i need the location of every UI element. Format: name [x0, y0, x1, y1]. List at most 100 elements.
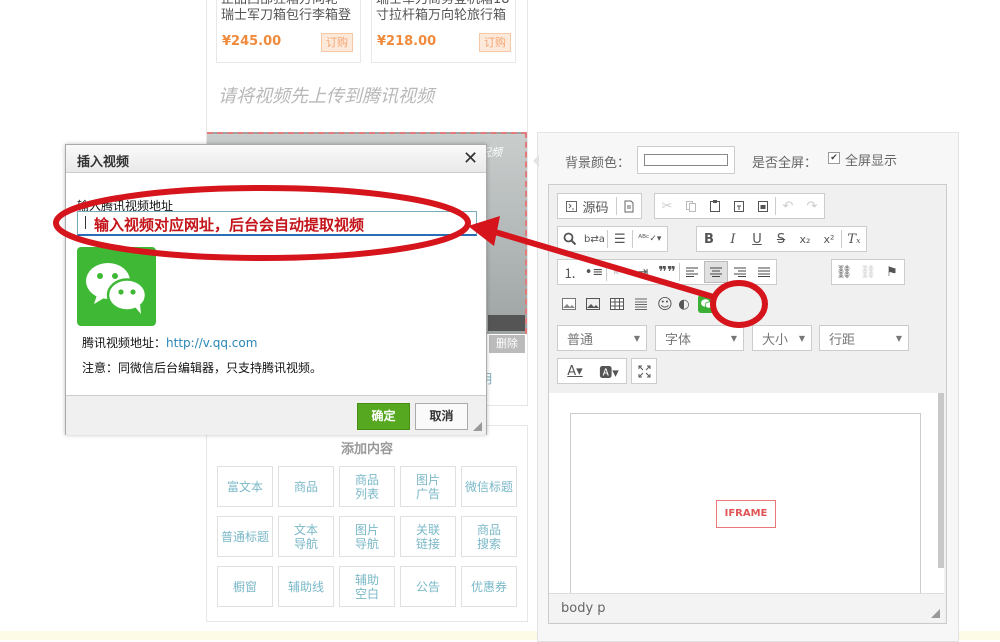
underline-button[interactable]: U [745, 228, 769, 250]
ok-button[interactable]: 确定 [357, 403, 410, 430]
maximize-button[interactable] [632, 360, 656, 382]
add-content-title: 添加内容 [340, 442, 393, 457]
strikethrough-icon: S [776, 231, 786, 247]
outdent-button[interactable]: ⇤ [607, 261, 631, 283]
product-card[interactable]: 正品西部狂箱方向轮 瑞士军刀箱包行李箱登 ¥245.00 订购 [216, 0, 361, 63]
strikethrough-button[interactable]: S [769, 228, 793, 250]
align-left-icon [686, 267, 698, 277]
buy-button[interactable]: 订购 [321, 33, 353, 52]
insert-video-dialog: 插入视频 ✕ 输入腾讯视频地址 输入视频对应网址，后台会自动提取视频 腾讯视频地… [65, 144, 487, 435]
add-wechat-title[interactable]: 微信标题 [461, 466, 517, 507]
bg-color-button[interactable]: 🅰▾ [592, 360, 626, 382]
justify-icon [758, 267, 770, 277]
paste-text-button[interactable] [727, 195, 751, 217]
toolbar-group-colors: A▾ 🅰▾ [557, 358, 627, 384]
paste-button[interactable] [703, 195, 727, 217]
anchor-button[interactable]: ⚑ [880, 261, 904, 283]
cancel-button[interactable]: 取消 [415, 403, 468, 430]
undo-button[interactable]: ↶ [776, 195, 800, 217]
add-blank[interactable]: 辅助 空白 [339, 566, 395, 607]
remove-format-button[interactable]: Tₓ [842, 228, 866, 250]
text-color-button[interactable]: A▾ [558, 360, 592, 382]
search-icon [563, 232, 577, 246]
insert-table-button[interactable] [605, 293, 629, 315]
add-image-nav[interactable]: 图片 导航 [339, 516, 395, 557]
editor-content-area[interactable]: IFRAME [549, 393, 944, 594]
justify-button[interactable] [752, 261, 776, 283]
align-right-button[interactable] [728, 261, 752, 283]
find-button[interactable] [558, 228, 582, 250]
insert-video-button[interactable] [691, 293, 723, 315]
editor-scrollbar[interactable] [938, 393, 944, 568]
paste-word-button[interactable] [751, 195, 775, 217]
insert-photo-button[interactable] [581, 293, 605, 315]
add-normal-title[interactable]: 普通标题 [217, 516, 273, 557]
paragraph-format-dropdown[interactable]: 普通 ▼ [557, 325, 647, 351]
cut-icon: ✂ [661, 198, 673, 214]
indent-icon: ⇥ [637, 264, 649, 280]
subscript-button[interactable]: x₂ [793, 228, 817, 250]
add-product-list[interactable]: 商品 列表 [339, 466, 395, 507]
editor-page[interactable]: IFRAME [570, 413, 921, 594]
product-price: ¥245.00 [222, 34, 282, 49]
add-divider[interactable]: 辅助线 [278, 566, 334, 607]
add-showcase[interactable]: 橱窗 [217, 566, 273, 607]
fullscreen-checkbox[interactable]: ✔ [828, 152, 840, 164]
spellcheck-button[interactable]: ᴬᴮᶜ✓▾ [633, 228, 667, 250]
video-site-link[interactable]: http://v.qq.com [166, 336, 257, 350]
horizontal-rule-button[interactable] [629, 293, 653, 315]
add-image-ad[interactable]: 图片 广告 [400, 466, 456, 507]
align-left-button[interactable] [680, 261, 704, 283]
cut-button[interactable]: ✂ [655, 195, 679, 217]
source-icon [566, 200, 578, 212]
insert-image-button[interactable] [557, 293, 581, 315]
italic-button[interactable]: I [721, 228, 745, 250]
font-family-dropdown[interactable]: 字体 ▼ [655, 325, 744, 351]
superscript-button[interactable]: x² [817, 228, 841, 250]
font-size-dropdown[interactable]: 大小 ▼ [752, 325, 812, 351]
underline-icon: U [752, 231, 762, 247]
bg-color-picker[interactable] [637, 146, 735, 174]
replace-button[interactable]: b⇄a [582, 228, 607, 250]
add-notice[interactable]: 公告 [400, 566, 456, 607]
redo-button[interactable]: ↷ [800, 195, 824, 217]
add-related-link[interactable]: 关联 链接 [400, 516, 456, 557]
align-center-icon [710, 267, 722, 277]
buy-button[interactable]: 订购 [479, 33, 511, 52]
dropdown-value: 字体 [665, 332, 692, 348]
close-icon[interactable]: ✕ [463, 148, 478, 169]
video-site-label: 腾讯视频地址： [82, 336, 167, 350]
preview-button[interactable] [617, 195, 641, 217]
align-right-icon [734, 267, 746, 277]
image-icon [562, 298, 576, 310]
resize-handle[interactable] [931, 609, 940, 618]
select-all-button[interactable]: ☰ [608, 228, 632, 250]
add-rich-text[interactable]: 富文本 [217, 466, 273, 507]
dialog-resize-handle[interactable] [473, 422, 482, 431]
numbered-list-button[interactable]: ⒈ [558, 261, 582, 283]
bulleted-list-button[interactable]: •≡ [582, 261, 606, 283]
line-height-dropdown[interactable]: 行距 ▼ [819, 325, 909, 351]
product-card[interactable]: 瑞士军刀商务登机箱18 寸拉杆箱万向轮旅行箱 ¥218.00 订购 [371, 0, 516, 63]
source-button[interactable]: 源码 [558, 195, 616, 217]
link-button[interactable]: ⛓ [832, 261, 856, 283]
add-text-nav[interactable]: 文本 导航 [278, 516, 334, 557]
remove-format-icon: Tₓ [847, 231, 861, 247]
blockquote-button[interactable]: ❞❞ [655, 261, 679, 283]
emoji-button[interactable]: ☺ [653, 293, 677, 315]
copy-button[interactable] [679, 195, 703, 217]
video-url-input[interactable]: 输入视频对应网址，后台会自动提取视频 [77, 211, 477, 236]
bold-button[interactable]: B [697, 228, 721, 250]
dialog-header: 插入视频 ✕ [66, 145, 486, 173]
add-product[interactable]: 商品 [278, 466, 334, 507]
misc-button[interactable]: ◐ [677, 293, 691, 315]
add-product-search[interactable]: 商品 搜索 [461, 516, 517, 557]
indent-button[interactable]: ⇥ [631, 261, 655, 283]
align-center-button[interactable] [704, 261, 728, 283]
delete-button[interactable]: 删除 [489, 335, 525, 353]
video-control-bar[interactable] [488, 315, 525, 331]
iframe-placeholder[interactable]: IFRAME [716, 500, 776, 528]
unlink-button[interactable]: ⛓ [856, 261, 880, 283]
toolbar-group-find: b⇄a ☰ ᴬᴮᶜ✓▾ [557, 226, 668, 252]
add-coupon[interactable]: 优惠券 [461, 566, 517, 607]
